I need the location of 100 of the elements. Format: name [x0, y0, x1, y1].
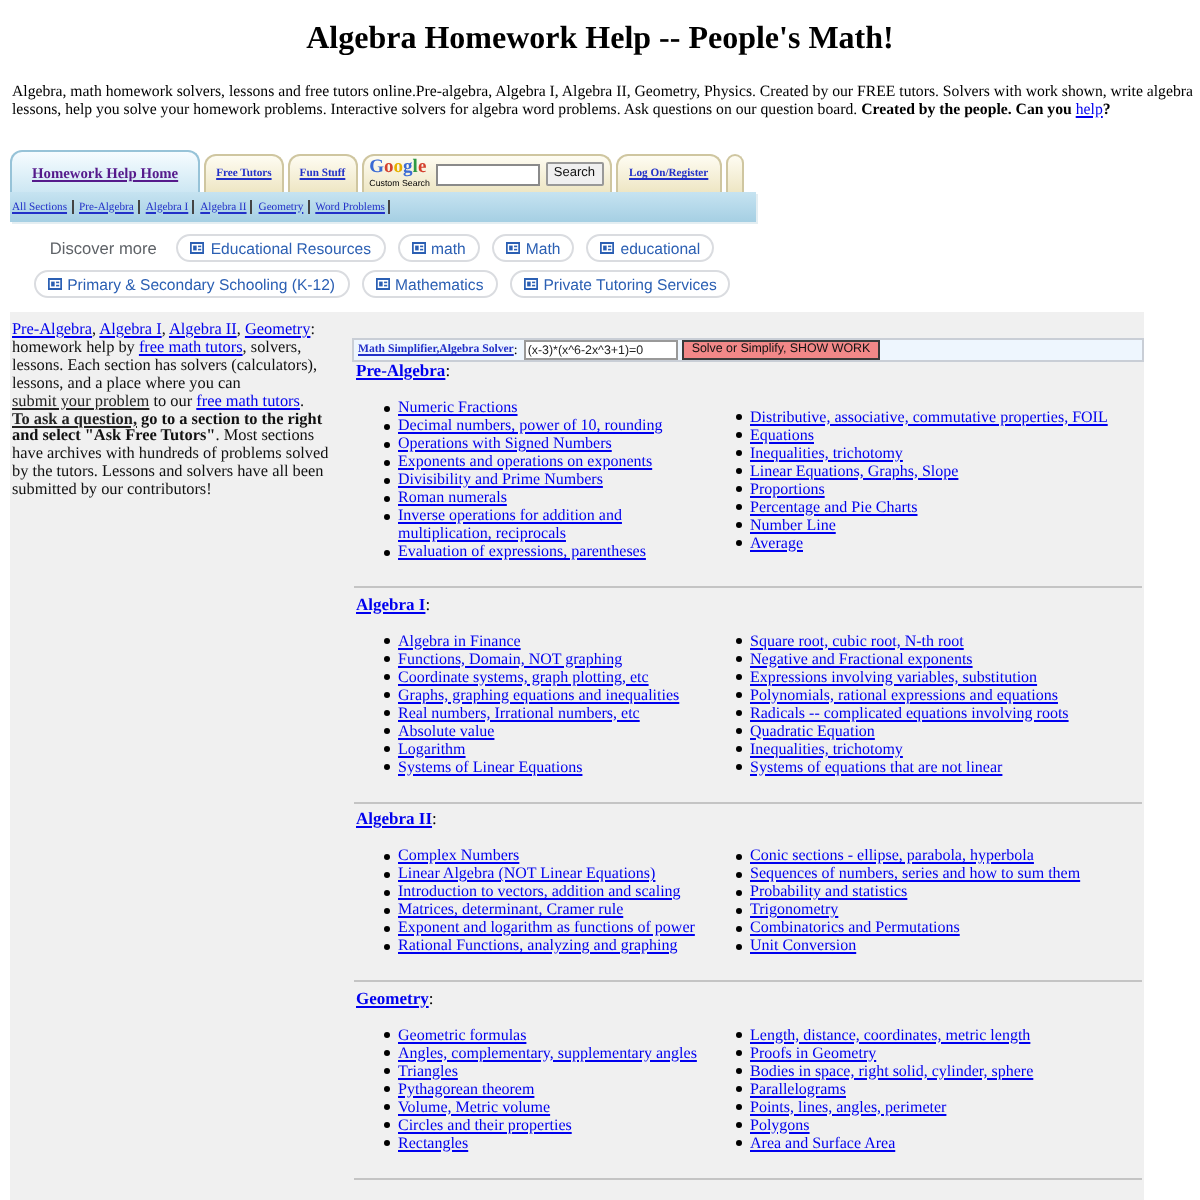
- bullet-icon: [384, 1122, 390, 1128]
- bullet-icon: [384, 405, 390, 411]
- bullet-icon: [736, 540, 742, 546]
- topic-link[interactable]: Matrices, determinant, Cramer rule: [398, 900, 624, 918]
- topic-link[interactable]: Equations: [750, 425, 814, 443]
- topic-link[interactable]: Probability and statistics: [750, 882, 908, 900]
- topic-link[interactable]: Expressions involving variables, substitution: [750, 667, 1038, 685]
- topic-link[interactable]: Inverse operations for addition and multiplication, reciprocals: [398, 506, 704, 542]
- topic-link[interactable]: Rational Functions, analyzing and graphing: [398, 936, 678, 954]
- inline-link[interactable]: free math tutors: [138, 337, 243, 356]
- section-heading-link[interactable]: Algebra II: [356, 808, 433, 828]
- topic-link[interactable]: Points, lines, angles, perimeter: [750, 1097, 947, 1115]
- topic-link[interactable]: Linear Algebra (NOT Linear Equations): [398, 864, 656, 882]
- topic-link[interactable]: Pythagorean theorem: [398, 1079, 535, 1097]
- inline-link[interactable]: To ask a question,: [12, 409, 137, 428]
- topic-link[interactable]: Exponent and logarithm as functions of power: [398, 918, 695, 936]
- section-heading-link[interactable]: Algebra I: [356, 593, 426, 613]
- bullet-icon: [736, 853, 742, 859]
- bullet-icon: [384, 423, 390, 429]
- topic-link[interactable]: Inequalities, trichotomy: [750, 443, 903, 461]
- bullet-icon: [736, 522, 742, 528]
- topic-link[interactable]: Angles, complementary, supplementary angles: [398, 1043, 697, 1061]
- topic-link[interactable]: Systems of equations that are not linear: [750, 757, 1003, 775]
- topic-link[interactable]: Proofs in Geometry: [750, 1043, 877, 1061]
- topic-link[interactable]: Bodies in space, right solid, cylinder, sphere: [750, 1061, 1034, 1079]
- topic-link[interactable]: Graphs, graphing equations and inequalities: [398, 685, 680, 703]
- topic-link[interactable]: Radicals -- complicated equations involving roots: [750, 703, 1069, 721]
- topic-link[interactable]: Number Line: [750, 515, 836, 533]
- topic-link[interactable]: Proportions: [750, 479, 825, 497]
- topic-link[interactable]: Algebra in Finance: [398, 631, 521, 649]
- document-icon: [411, 242, 426, 254]
- topic-link[interactable]: Logarithm: [398, 739, 466, 757]
- bullet-icon: [736, 468, 742, 474]
- bullet-icon: [736, 450, 742, 456]
- bullet-icon: [736, 889, 742, 895]
- section-heading-link[interactable]: Geometry: [356, 987, 429, 1007]
- topic-link[interactable]: Conic sections - ellipse, parabola, hyperbola: [750, 846, 1034, 864]
- inline-link[interactable]: Algebra II: [168, 320, 237, 338]
- document-icon: [505, 242, 520, 254]
- topic-link[interactable]: Real numbers, Irrational numbers, etc: [398, 703, 640, 721]
- topic-link[interactable]: Sequences of numbers, series and how to sum them: [750, 864, 1081, 882]
- bullet-icon: [384, 907, 390, 913]
- search-field[interactable]: [435, 163, 540, 185]
- topic-link[interactable]: Introduction to vectors, addition and scaling: [398, 882, 681, 900]
- topic-link[interactable]: Length, distance, coordinates, metric length: [750, 1025, 1031, 1043]
- topic-link[interactable]: Average: [750, 533, 803, 551]
- topic-link[interactable]: Rectangles: [398, 1133, 469, 1151]
- inline-link[interactable]: Pre-Algebra: [12, 320, 93, 338]
- topic-link[interactable]: Geometric formulas: [398, 1025, 527, 1043]
- bullet-icon: [736, 925, 742, 931]
- inline-link[interactable]: Geometry: [244, 320, 311, 338]
- topic-link[interactable]: Unit Conversion: [750, 936, 857, 954]
- about-text: Pre-Algebra, Algebra I, Algebra II, Geometry: homework help by free math tutors, solvers, lessons. Each section has solvers (calculators), lessons, and a place where you can submit your problem to our free math tutors. To ask a question, go to a section to the right and select "Ask Free Tutors". Most sections have archives with hundreds of problems solved by the tutors. Lessons and solvers have all been submitted by our contributors!: [12, 322, 331, 501]
- bullet-icon: [736, 1050, 742, 1056]
- bullet-icon: [384, 1050, 390, 1056]
- topic-link[interactable]: Roman numerals: [398, 488, 507, 506]
- topic-link[interactable]: Decimal numbers, power of 10, rounding: [398, 416, 663, 434]
- bullet-icon: [736, 1122, 742, 1128]
- topic-link[interactable]: Absolute value: [398, 721, 495, 739]
- bullet-icon: [736, 871, 742, 877]
- topic-link[interactable]: Complex Numbers: [398, 846, 520, 864]
- topic-link[interactable]: Inequalities, trichotomy: [750, 739, 903, 757]
- bullet-icon: [736, 1104, 742, 1110]
- topic-link[interactable]: Operations with Signed Numbers: [398, 434, 612, 452]
- topic-link[interactable]: Distributive, associative, commutative properties, FOIL: [750, 407, 1108, 425]
- topic-link[interactable]: Combinatorics and Permutations: [750, 918, 960, 936]
- inline-link[interactable]: free math tutors: [196, 391, 300, 410]
- topic-link[interactable]: Numeric Fractions: [398, 398, 518, 416]
- document-icon: [190, 242, 205, 254]
- topic-link[interactable]: Negative and Fractional exponents: [750, 649, 973, 667]
- topic-link[interactable]: Parallelograms: [750, 1079, 846, 1097]
- topic-link[interactable]: Volume, Metric volume: [398, 1097, 551, 1115]
- bullet-icon: [384, 1140, 390, 1146]
- bullet-icon: [736, 638, 742, 644]
- inline-link[interactable]: Algebra I: [99, 320, 162, 338]
- colon-text: :: [425, 593, 431, 613]
- section-heading-link[interactable]: Pre-Algebra: [356, 360, 446, 380]
- bullet-icon: [384, 692, 390, 698]
- topic-link[interactable]: Triangles: [398, 1061, 458, 1079]
- topic-link[interactable]: Systems of Linear Equations: [398, 757, 583, 775]
- topic-link[interactable]: Square root, cubic root, N-th root: [750, 631, 964, 649]
- topic-link[interactable]: Polynomials, rational expressions and equations: [750, 685, 1058, 703]
- bullet-icon: [736, 907, 742, 913]
- topic-link[interactable]: Evaluation of expressions, parentheses: [398, 542, 646, 560]
- topic-link[interactable]: Quadratic Equation: [750, 721, 875, 739]
- bullet-icon: [384, 943, 390, 949]
- topic-link[interactable]: Linear Equations, Graphs, Slope: [750, 461, 959, 479]
- bullet-icon: [384, 441, 390, 447]
- topic-link[interactable]: Percentage and Pie Charts: [750, 497, 918, 515]
- topic-link[interactable]: Functions, Domain, NOT graphing: [398, 649, 623, 667]
- topic-link[interactable]: Area and Surface Area: [750, 1133, 896, 1151]
- topic-link[interactable]: Divisibility and Prime Numbers: [398, 470, 603, 488]
- document-icon: [47, 278, 62, 290]
- topic-link[interactable]: Circles and their properties: [398, 1115, 572, 1133]
- topic-link[interactable]: Coordinate systems, graph plotting, etc: [398, 667, 649, 685]
- topic-link[interactable]: Trigonometry: [750, 900, 839, 918]
- inline-link[interactable]: submit your problem: [12, 391, 150, 410]
- topic-link[interactable]: Exponents and operations on exponents: [398, 452, 653, 470]
- topic-link[interactable]: Polygons: [750, 1115, 810, 1133]
- bullet-icon: [384, 889, 390, 895]
